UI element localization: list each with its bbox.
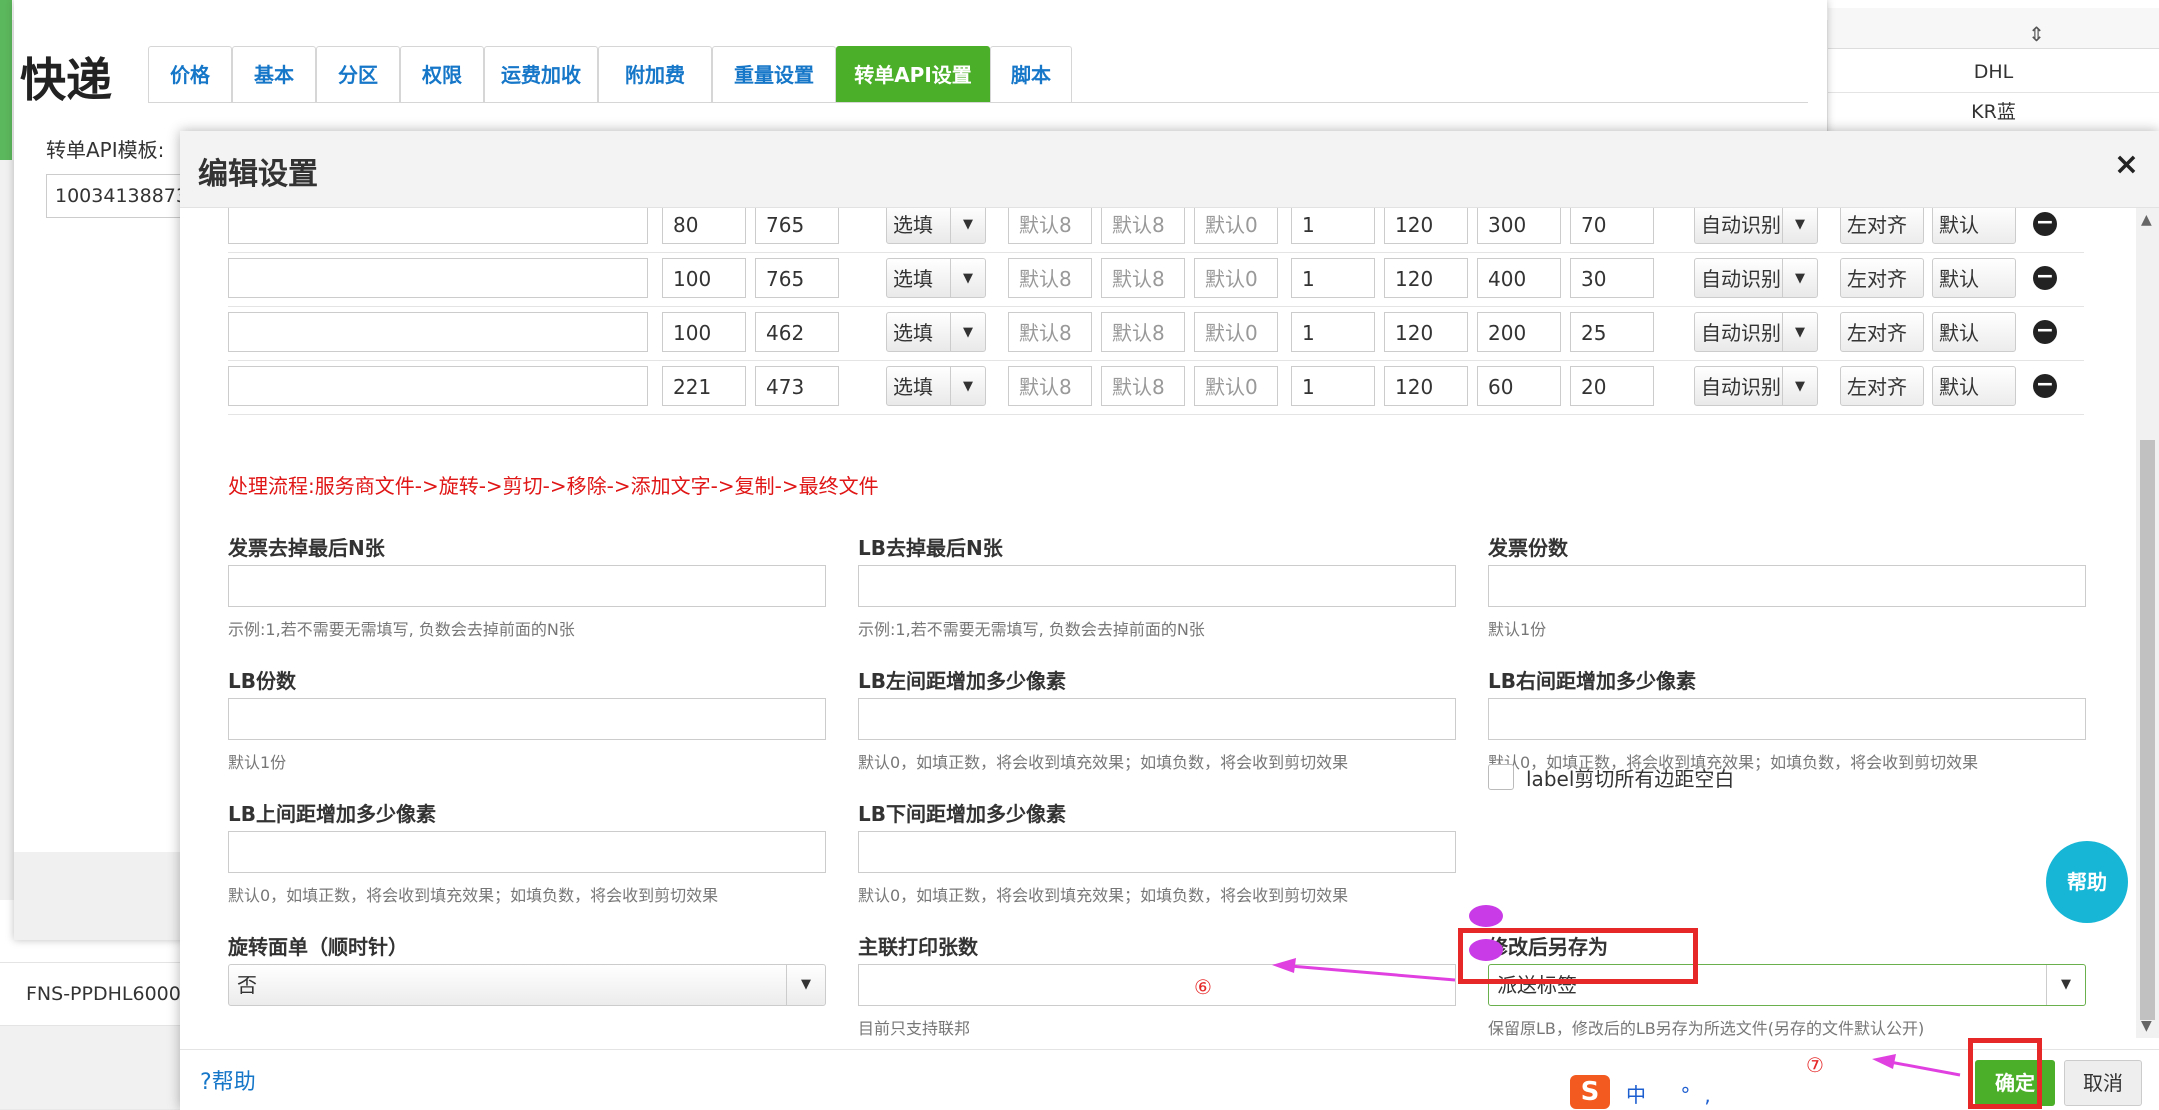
step-7-marker: ⑦ xyxy=(1806,1053,1824,1077)
annotation-arrow xyxy=(1289,964,1456,982)
ime-status[interactable]: 中 °, xyxy=(1626,1079,1725,1108)
arrow-head xyxy=(1872,1054,1896,1069)
annotation-dot xyxy=(1469,939,1503,961)
arrow-head xyxy=(1272,958,1296,973)
step-6-marker: ⑥ xyxy=(1194,975,1212,999)
annotation-arrows xyxy=(1272,905,1961,1077)
annotation-arrow xyxy=(1889,1060,1961,1077)
ime-logo-icon[interactable]: S xyxy=(1570,1075,1610,1109)
annotation-dot xyxy=(1469,905,1503,927)
ime-toolbar: S 中 °, xyxy=(1570,1075,1870,1109)
